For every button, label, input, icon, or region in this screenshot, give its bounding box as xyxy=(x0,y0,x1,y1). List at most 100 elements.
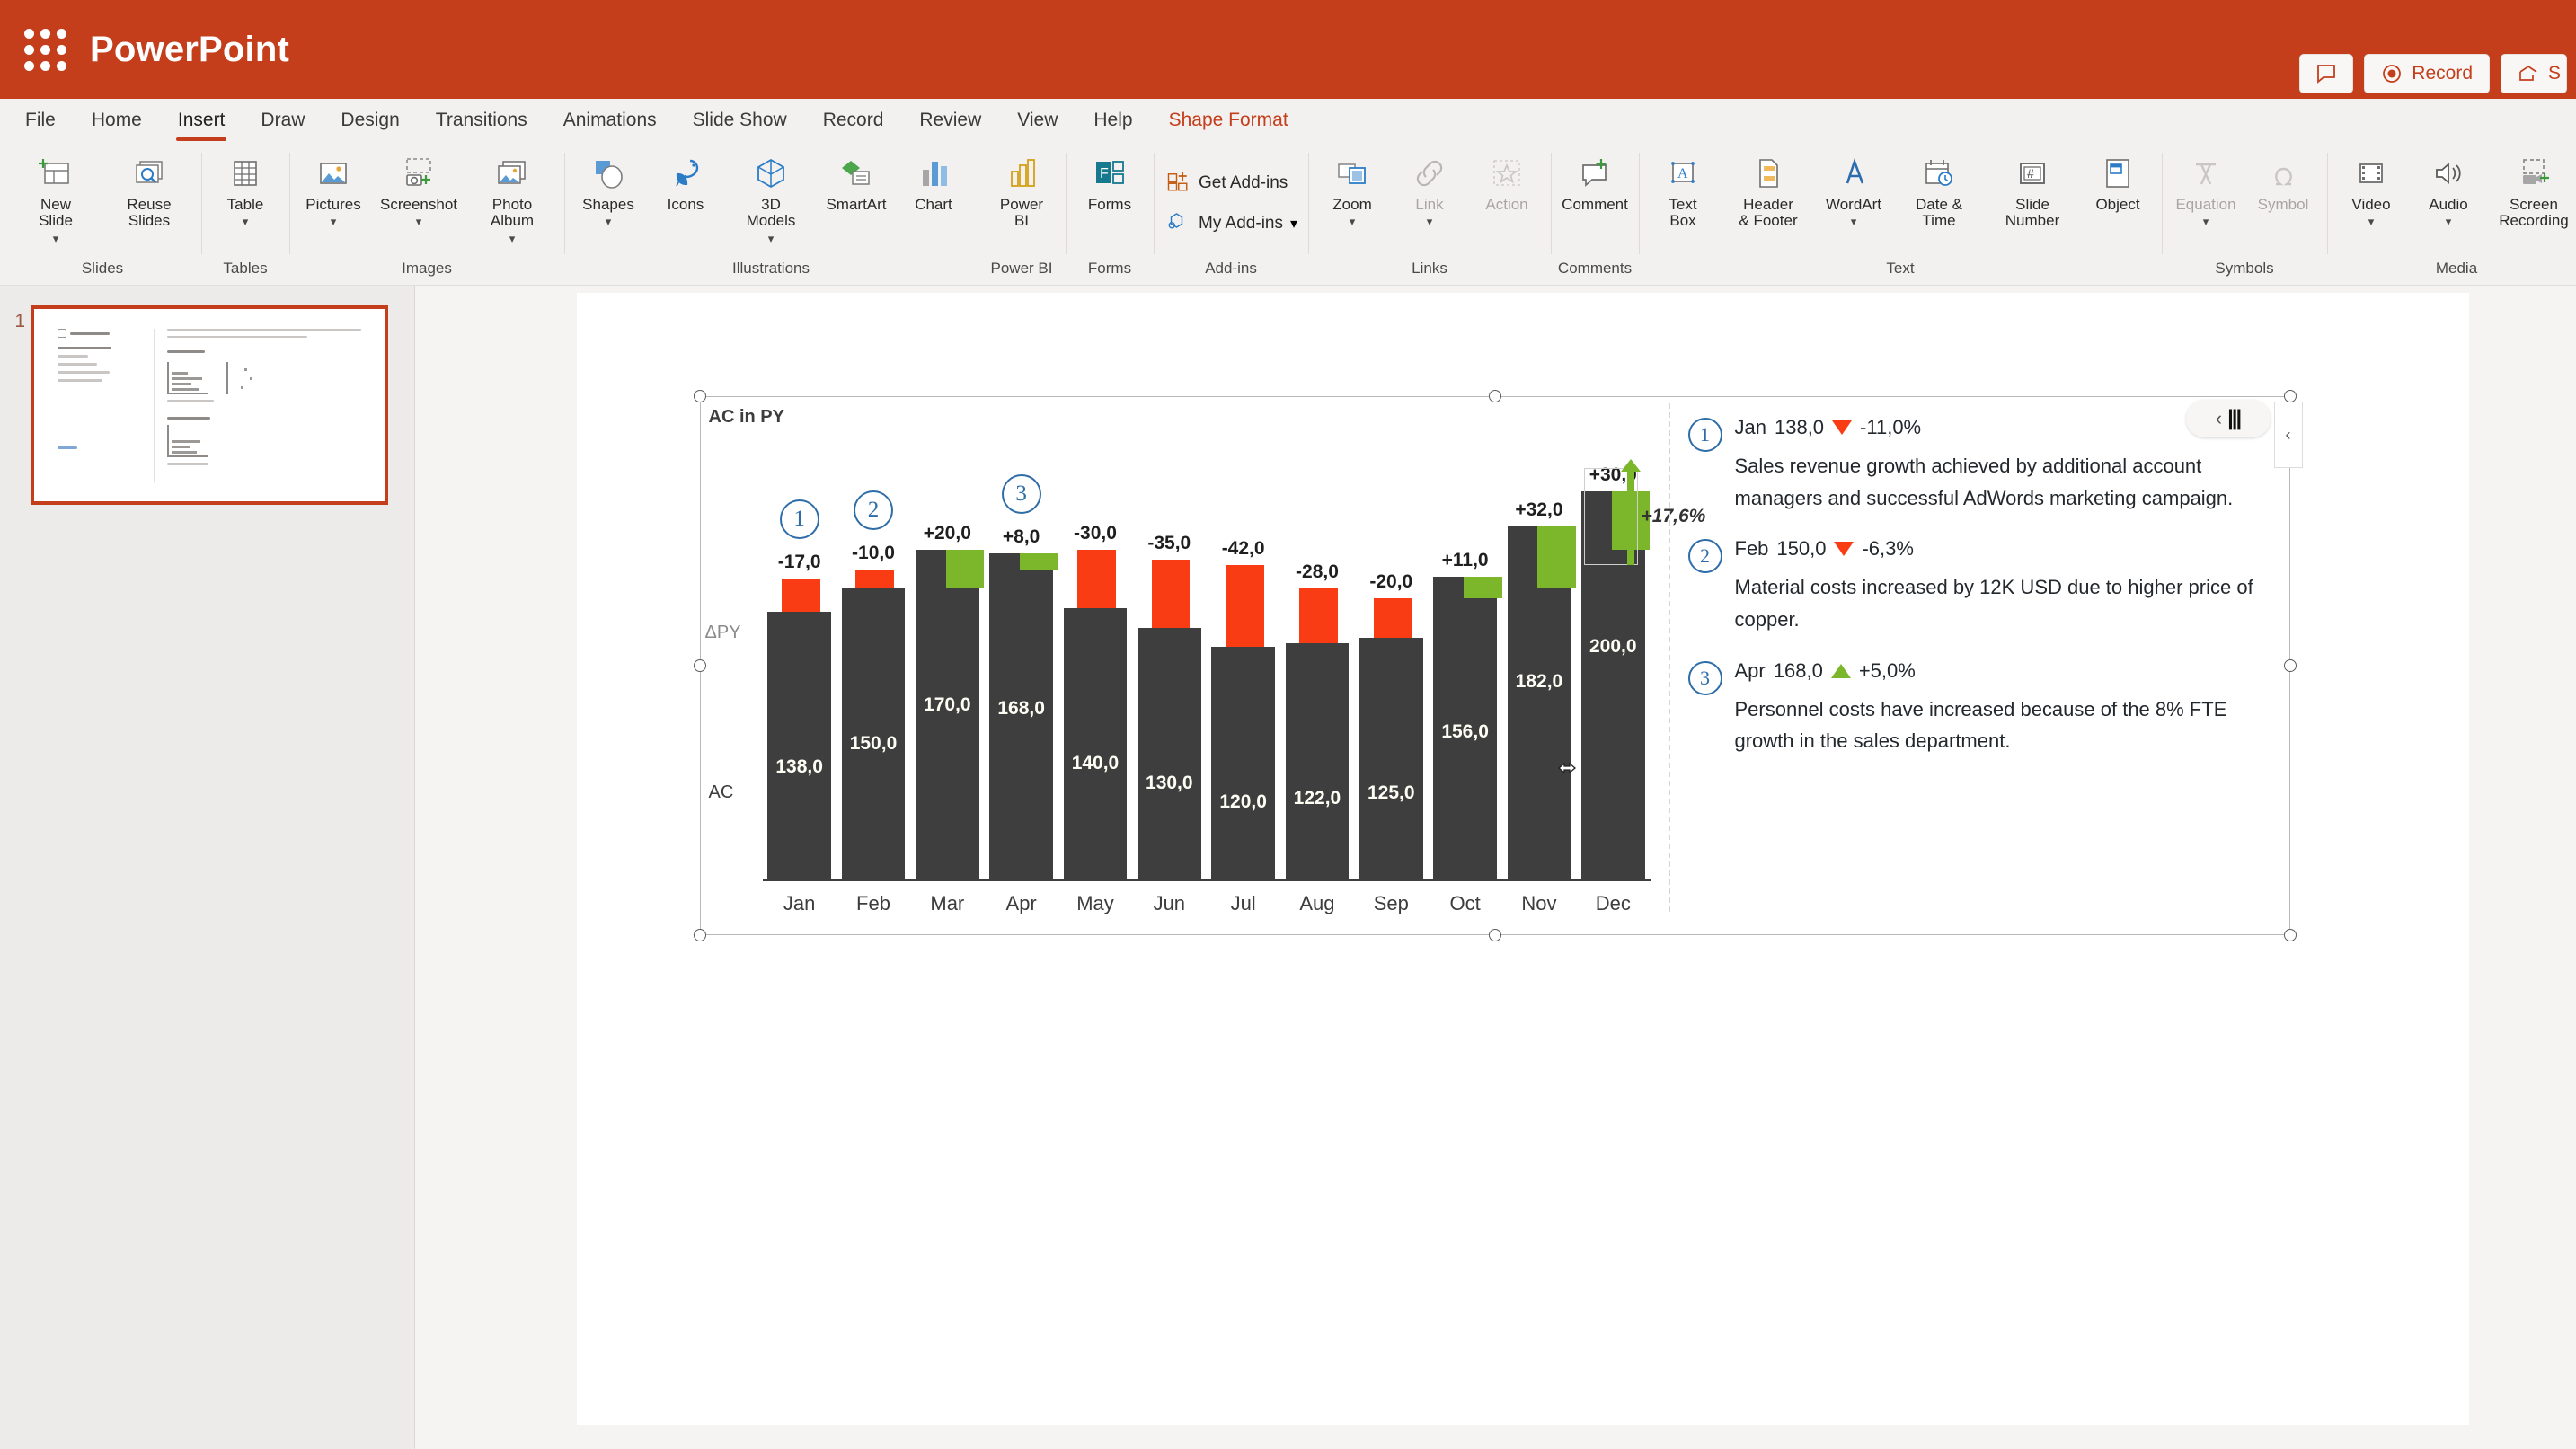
ribbon-button-reuse-slides[interactable]: Reuse Slides xyxy=(102,149,196,234)
chevron-down-icon[interactable]: ▾ xyxy=(606,216,612,227)
ribbon-button-screen-recording[interactable]: Screen Recording xyxy=(2487,149,2576,234)
resize-handle-top-center[interactable] xyxy=(1488,390,1501,402)
chart-marker-3[interactable]: 3 xyxy=(1001,474,1041,515)
note-number[interactable]: 1 xyxy=(1687,418,1722,452)
delta-value-label: -30,0 xyxy=(1074,522,1117,543)
svg-text:#: # xyxy=(2027,166,2034,181)
ribbon-button-photo-album[interactable]: Photo Album ▾ xyxy=(465,149,559,248)
record-button-label: Record xyxy=(2412,63,2473,84)
comments-button[interactable] xyxy=(2299,54,2354,93)
ribbon-button-pictures[interactable]: Pictures ▾ xyxy=(295,149,372,231)
ribbon-tab-shape-format[interactable]: Shape Format xyxy=(1151,106,1306,135)
share-button[interactable]: S xyxy=(2501,54,2567,93)
chart-marker-1[interactable]: 1 xyxy=(779,499,819,540)
chevron-left-icon[interactable]: ‹ xyxy=(2216,407,2222,430)
ribbon-group-media: Video ▾ Audio ▾ Screen Recording Media xyxy=(2327,142,2576,285)
ribbon-button-my-add-ins[interactable]: My Add-ins ▾ xyxy=(1159,204,1303,244)
chevron-down-icon[interactable]: ▾ xyxy=(53,233,59,244)
app-launcher-button[interactable] xyxy=(0,28,90,71)
ribbon-button-get-add-ins[interactable]: Get Add-ins xyxy=(1159,163,1293,204)
chevron-down-icon[interactable]: ▾ xyxy=(509,233,516,244)
chevron-down-icon[interactable]: ▾ xyxy=(768,233,775,244)
resize-handle-top-right[interactable] xyxy=(2283,390,2297,402)
ribbon-button-3d-models[interactable]: 3D Models ▾ xyxy=(724,149,818,248)
ribbon-button-text-box[interactable]: A Text Box xyxy=(1644,149,1722,234)
resize-handle-top-left[interactable] xyxy=(693,390,706,402)
ribbon-button-new-slide[interactable]: New Slide ▾ xyxy=(9,149,102,248)
ribbon-button-table[interactable]: Table ▾ xyxy=(207,149,284,231)
ribbon-group-label: Forms xyxy=(1087,260,1132,277)
ribbon-tab-file[interactable]: File xyxy=(7,106,74,135)
record-button[interactable]: Record xyxy=(2364,54,2490,93)
grip-handle-icon[interactable]: ||| xyxy=(2227,406,2242,431)
chevron-down-icon[interactable]: ▾ xyxy=(1851,216,1857,227)
ribbon-tab-help[interactable]: Help xyxy=(1076,106,1150,135)
chevron-down-icon[interactable]: ▾ xyxy=(2368,216,2375,227)
slide-surface[interactable]: ‹ ||| ‹ AC in PY ΔPY AC 138,0 -17,0 1 150,0… xyxy=(576,293,2469,1425)
ribbon-group-slides: New Slide ▾ Reuse Slides Slides xyxy=(4,142,201,285)
resize-handle-middle-left[interactable] xyxy=(693,659,706,672)
bar-actual xyxy=(1285,643,1350,881)
wordart-icon xyxy=(1836,153,1872,194)
resize-handle-bottom-left[interactable] xyxy=(693,929,706,941)
ribbon-tab-design[interactable]: Design xyxy=(323,106,417,135)
action-icon xyxy=(1489,153,1525,194)
ribbon-tab-draw[interactable]: Draw xyxy=(243,106,323,135)
ribbon-button-label: New Slide xyxy=(39,196,73,230)
chevron-down-icon[interactable]: ▾ xyxy=(1350,216,1356,227)
ribbon-tab-transitions[interactable]: Transitions xyxy=(418,106,545,135)
resize-handle-bottom-right[interactable] xyxy=(2283,929,2297,941)
chart-marker-2[interactable]: 2 xyxy=(853,490,893,530)
slide-canvas[interactable]: ‹ ||| ‹ AC in PY ΔPY AC 138,0 -17,0 1 150,0… xyxy=(415,286,2576,1449)
ribbon-button-comment[interactable]: Comment xyxy=(1556,149,1633,216)
chart-object[interactable]: ‹ ||| ‹ AC in PY ΔPY AC 138,0 -17,0 1 150,0… xyxy=(693,390,2303,941)
resize-handle-bottom-center[interactable] xyxy=(1488,929,1501,941)
ribbon-tab-home[interactable]: Home xyxy=(74,106,160,135)
ribbon-group-label: Text xyxy=(1886,260,1915,277)
ribbon-button-header-footer[interactable]: Header & Footer xyxy=(1722,149,1815,234)
floating-mini-toolbar[interactable]: ‹ ||| xyxy=(2185,400,2271,437)
ribbon-button-wordart[interactable]: WordArt ▾ xyxy=(1815,149,1892,231)
ribbon-button-forms[interactable]: F Forms xyxy=(1071,149,1148,216)
note-number[interactable]: 3 xyxy=(1687,660,1722,695)
chevron-down-icon[interactable]: ▾ xyxy=(2446,216,2452,227)
ribbon-button-action: Action xyxy=(1468,149,1545,216)
ribbon-button-chart[interactable]: Chart xyxy=(895,149,972,216)
bar-column: 125,0 -20,0 xyxy=(1354,403,1428,881)
category-axis-line xyxy=(762,879,1651,881)
chevron-down-icon[interactable]: ▾ xyxy=(1427,216,1433,227)
chevron-down-icon[interactable]: ▾ xyxy=(2203,216,2209,227)
ribbon-button-object[interactable]: Object xyxy=(2079,149,2156,216)
ribbon-tab-animations[interactable]: Animations xyxy=(545,106,675,135)
ribbon-button-date-time[interactable]: Date & Time xyxy=(1892,149,1986,234)
ribbon-tab-view[interactable]: View xyxy=(999,106,1076,135)
comment-icon xyxy=(2315,63,2337,84)
ribbon-tab-insert[interactable]: Insert xyxy=(160,106,243,141)
chevron-down-icon[interactable]: ▾ xyxy=(243,216,249,227)
thumbnail-row[interactable]: 1 xyxy=(5,305,414,505)
note-text: Material costs increased by 12K USD due … xyxy=(1734,576,2253,631)
ribbon-tab-review[interactable]: Review xyxy=(901,106,999,135)
ribbon-button-label: Link xyxy=(1415,196,1444,213)
note-number[interactable]: 2 xyxy=(1687,539,1722,574)
ribbon-tab-slide-show[interactable]: Slide Show xyxy=(675,106,805,135)
chevron-down-icon[interactable]: ▾ xyxy=(331,216,337,227)
ribbon-button-screenshot[interactable]: Screenshot ▾ xyxy=(372,149,465,231)
chevron-down-icon[interactable]: ▾ xyxy=(416,216,422,227)
ribbon-button-audio[interactable]: Audio ▾ xyxy=(2410,149,2487,231)
ribbon-button-smartart[interactable]: SmartArt xyxy=(818,149,895,216)
ribbon-button-zoom[interactable]: Zoom ▾ xyxy=(1314,149,1391,231)
ribbon-button-power-bi[interactable]: Power BI xyxy=(983,149,1060,234)
chevron-left-icon: ‹ xyxy=(2285,425,2291,444)
ribbon-button-label: Comment xyxy=(1562,196,1628,213)
resize-handle-middle-right[interactable] xyxy=(2283,659,2297,672)
slide-thumbnail-panel[interactable]: 1 xyxy=(0,286,415,1449)
ribbon-tab-record[interactable]: Record xyxy=(805,106,902,135)
ribbon-button-slide-number[interactable]: # Slide Number xyxy=(1986,149,2079,234)
ribbon-button-shapes[interactable]: Shapes ▾ xyxy=(570,149,647,231)
chevron-down-icon[interactable]: ▾ xyxy=(1290,215,1297,233)
side-panel-toggle[interactable]: ‹ xyxy=(2273,402,2303,468)
slide-thumbnail-1[interactable] xyxy=(31,305,388,505)
ribbon-button-video[interactable]: Video ▾ xyxy=(2333,149,2410,231)
ribbon-button-icons[interactable]: Icons xyxy=(647,149,724,216)
